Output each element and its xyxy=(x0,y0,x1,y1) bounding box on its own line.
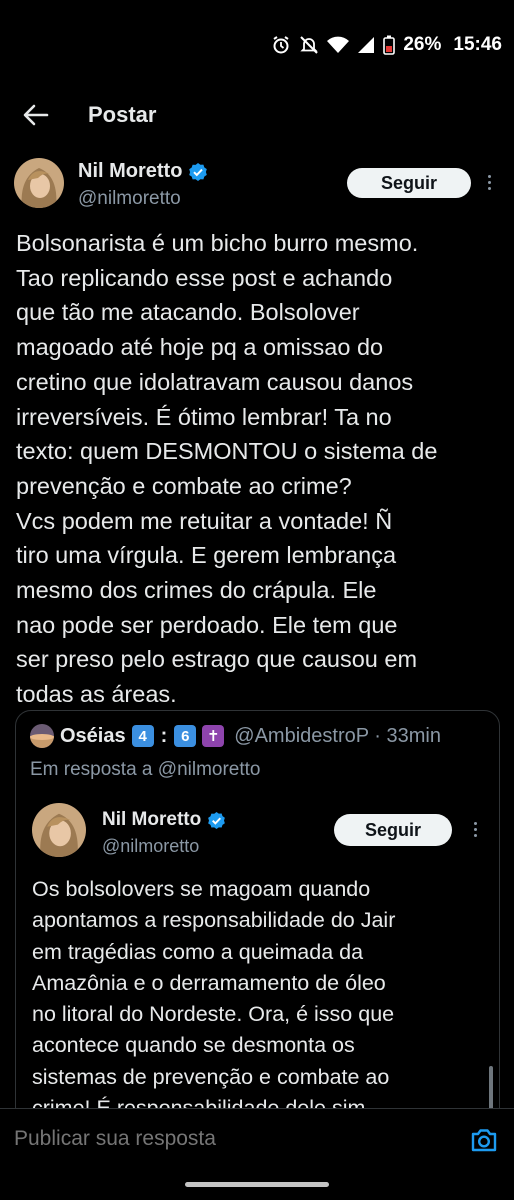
page-title: Postar xyxy=(88,102,157,127)
inner-author-handle[interactable]: @nilmoretto xyxy=(102,836,199,857)
reply-input[interactable] xyxy=(14,1127,434,1151)
quote-author-name[interactable]: Oséias xyxy=(60,725,126,748)
clock: 15:46 xyxy=(453,34,502,55)
inner-follow-button[interactable]: Seguir xyxy=(334,814,452,846)
avatar[interactable] xyxy=(30,724,54,748)
author-name[interactable]: Nil Moretto xyxy=(78,160,182,183)
top-app-bar: Postar xyxy=(0,92,514,138)
reply-bar xyxy=(0,1108,514,1174)
home-indicator[interactable] xyxy=(185,1182,329,1187)
battery-icon xyxy=(383,35,396,55)
mute-icon xyxy=(300,36,319,54)
verified-badge-icon xyxy=(208,811,226,829)
author-name-row[interactable]: Nil Moretto xyxy=(78,160,208,183)
follow-button[interactable]: Seguir xyxy=(347,168,471,198)
inner-author-name-row[interactable]: Nil Moretto xyxy=(102,809,226,831)
signal-icon xyxy=(358,37,375,53)
inner-author-name[interactable]: Nil Moretto xyxy=(102,809,201,831)
camera-icon[interactable] xyxy=(470,1127,498,1153)
author-handle[interactable]: @nilmoretto xyxy=(78,188,181,210)
keycap-six-emoji: 6 xyxy=(174,725,197,747)
cross-emoji: ✝ xyxy=(202,725,225,747)
avatar[interactable] xyxy=(14,158,64,208)
more-options-icon[interactable] xyxy=(472,822,478,837)
wifi-icon xyxy=(327,36,350,53)
colon-text: : xyxy=(160,724,168,747)
quoted-post-text: Os bolsolovers se magoam quando apontamo… xyxy=(32,877,396,1120)
reply-to-label[interactable]: Em resposta a @nilmoretto xyxy=(30,759,261,781)
alarm-icon xyxy=(273,36,289,54)
more-options-icon[interactable] xyxy=(486,175,492,190)
battery-percent: 26% xyxy=(403,34,442,55)
inner-post-author: Nil Moretto @nilmoretto Seguir xyxy=(32,803,492,863)
quote-handle-time: @AmbidestroP · 33min xyxy=(234,724,441,747)
keycap-four-emoji: 4 xyxy=(131,725,154,747)
avatar[interactable] xyxy=(32,803,86,857)
status-icons: 26% 15:46 xyxy=(271,34,502,56)
verified-badge-icon xyxy=(189,162,208,181)
post-author: Nil Moretto @nilmoretto Seguir xyxy=(14,158,504,218)
post-text: Bolsonarista é um bicho burro mesmo. Tao… xyxy=(16,230,438,708)
arrow-left-icon[interactable] xyxy=(20,100,50,130)
quote-header: Oséias 4 : 6 ✝ @AmbidestroP · 33min xyxy=(30,724,441,748)
status-bar: 26% 15:46 xyxy=(0,0,514,90)
quoted-post-card[interactable]: Oséias 4 : 6 ✝ @AmbidestroP · 33min Em r… xyxy=(15,710,500,1130)
